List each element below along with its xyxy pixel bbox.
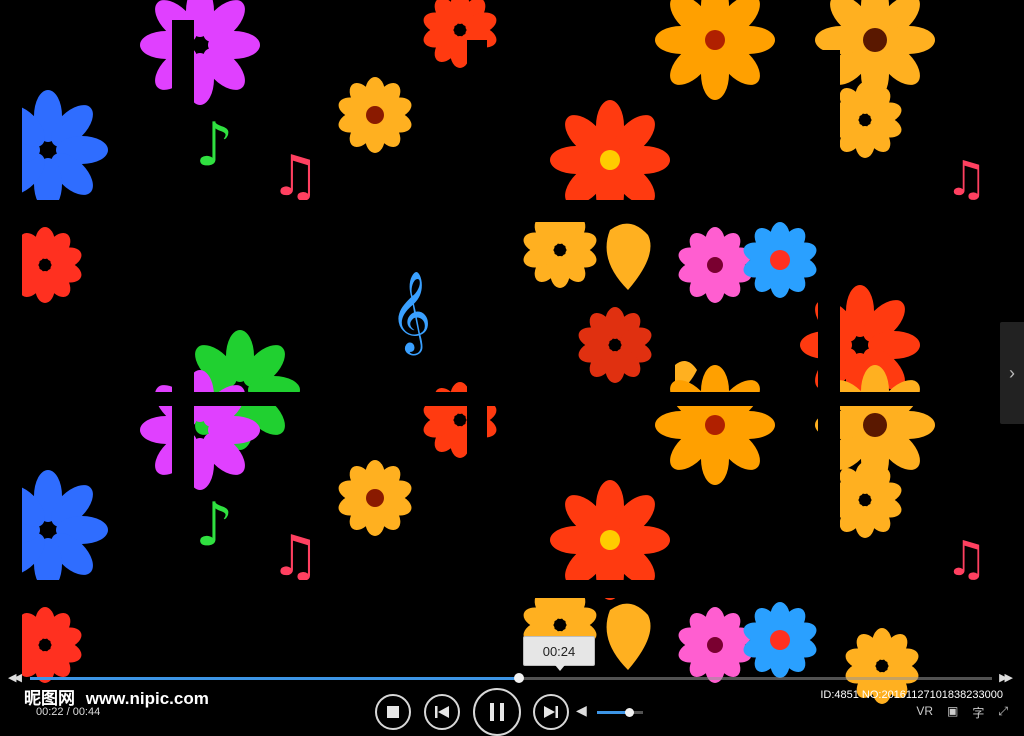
svg-text:♫: ♫ [945,531,988,587]
image-id-text: ID:4851 NO:20161127101838233000 [820,689,1003,701]
chevron-right-icon: › [1009,362,1015,383]
progress-fill [30,677,519,680]
stop-button[interactable] [375,694,411,730]
svg-text:♪: ♪ [195,490,233,560]
side-panel-toggle[interactable]: › [1000,322,1024,424]
screen-icon[interactable]: ▣ [947,704,958,721]
pause-button[interactable] [473,688,521,736]
seek-back-icon[interactable]: ◀◀ [8,671,22,684]
next-icon [544,706,558,718]
pause-icon [490,703,504,721]
next-button[interactable] [533,694,569,730]
seek-time-tooltip: 00:24 [523,636,595,671]
stop-icon [387,706,399,718]
svg-text:♫: ♫ [270,144,320,209]
svg-text:𝄞: 𝄞 [390,270,431,355]
svg-text:♫: ♫ [945,151,988,207]
volume-slider[interactable] [597,708,643,717]
fullscreen-icon[interactable]: ⤢ [998,704,1008,721]
seek-forward-icon[interactable]: ▶▶ [999,671,1013,684]
time-display: 00:22 / 00:44 [36,706,101,718]
svg-text:♪: ♪ [195,110,233,180]
video-frame[interactable]: 𝄞 ♫ ♫ ♪ ♫ ♫ ♪ [0,0,1024,716]
video-content: 𝄞 ♫ ♫ ♪ ♫ ♫ ♪ [0,0,1000,716]
prev-icon [435,706,449,718]
svg-text:♫: ♫ [270,524,320,589]
progress-thumb[interactable] [513,673,524,683]
subtitle-button[interactable]: 字 [972,704,984,721]
right-toolbar: VR ▣ 字 ⤢ [916,704,1008,721]
watermark-url: www.nipic.com [85,689,209,708]
speaker-icon[interactable]: ◀ [576,702,587,719]
previous-button[interactable] [424,694,460,730]
vr-button[interactable]: VR [916,704,933,721]
tooltip-time: 00:24 [542,643,576,659]
progress-bar[interactable] [30,673,992,683]
